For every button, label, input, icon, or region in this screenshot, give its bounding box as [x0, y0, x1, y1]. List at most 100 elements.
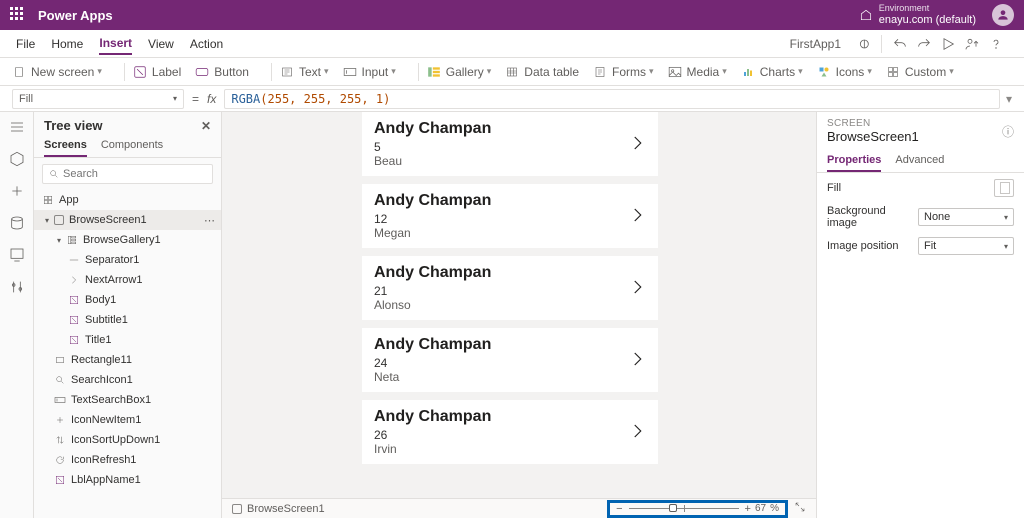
- zoom-plus-icon[interactable]: +: [745, 503, 751, 515]
- tab-advanced[interactable]: Advanced: [895, 150, 944, 172]
- property-dropdown[interactable]: Fill ▾: [12, 89, 184, 109]
- info-icon[interactable]: ⓘ: [1002, 123, 1014, 140]
- zoom-value: 67: [755, 503, 766, 514]
- media-icon: [668, 65, 682, 79]
- ribbon-button[interactable]: Button: [195, 65, 249, 79]
- ribbon-new-screen[interactable]: New screen▾: [12, 65, 102, 79]
- node-search-icon[interactable]: SearchIcon1: [34, 370, 221, 390]
- node-subtitle[interactable]: Subtitle1: [34, 310, 221, 330]
- bg-image-dropdown[interactable]: None▾: [918, 208, 1014, 226]
- image-position-dropdown[interactable]: Fit▾: [918, 237, 1014, 255]
- node-icon-new[interactable]: IconNewItem1: [34, 410, 221, 430]
- selection-name: BrowseScreen1: [827, 129, 919, 144]
- chevron-down-icon: ▾: [1004, 213, 1008, 222]
- environment-picker[interactable]: Environment enayu.com (default): [859, 4, 976, 26]
- node-browse-screen[interactable]: ▾ BrowseScreen1 ⋯: [34, 210, 221, 230]
- ribbon-text[interactable]: Text▾: [280, 65, 329, 79]
- data-icon[interactable]: [8, 214, 26, 232]
- app-launcher-icon[interactable]: [10, 7, 26, 23]
- menu-view[interactable]: View: [148, 34, 174, 54]
- browse-gallery[interactable]: Andy Champan 5 Beau Andy Champan 12 Mega…: [362, 112, 658, 498]
- node-text-search-box[interactable]: TextSearchBox1: [34, 390, 221, 410]
- zoom-control[interactable]: − + 67 %: [607, 500, 788, 518]
- node-icon-refresh[interactable]: IconRefresh1: [34, 450, 221, 470]
- app-checker-icon[interactable]: [853, 34, 873, 54]
- button-icon: [195, 65, 209, 79]
- chevron-right-icon[interactable]: [628, 347, 646, 374]
- node-app[interactable]: App: [34, 190, 221, 210]
- ribbon-data-table[interactable]: Data table: [505, 65, 579, 79]
- undo-icon[interactable]: [890, 34, 910, 54]
- label-icon: [133, 65, 147, 79]
- node-icon-sort[interactable]: IconSortUpDown1: [34, 430, 221, 450]
- input-icon: [343, 65, 357, 79]
- arrow-icon: [68, 274, 80, 286]
- chevron-down-icon[interactable]: ▾: [42, 216, 52, 225]
- formula-expand-icon[interactable]: ▾: [1006, 92, 1012, 106]
- share-icon[interactable]: [962, 34, 982, 54]
- ribbon-forms[interactable]: Forms▾: [593, 65, 654, 79]
- fill-color-picker[interactable]: [994, 179, 1014, 197]
- prop-bg-image-label: Background image: [827, 205, 918, 229]
- preview-icon[interactable]: [938, 34, 958, 54]
- ribbon-gallery[interactable]: Gallery▾: [427, 65, 492, 79]
- chevron-right-icon[interactable]: [628, 275, 646, 302]
- list-item[interactable]: Andy Champan 21 Alonso: [362, 256, 658, 320]
- selection-type: SCREEN: [827, 118, 919, 129]
- app-name: FirstApp1: [790, 37, 841, 51]
- refresh-icon: [54, 454, 66, 466]
- ribbon-custom[interactable]: Custom▾: [886, 65, 954, 79]
- node-rectangle[interactable]: Rectangle11: [34, 350, 221, 370]
- node-browse-gallery[interactable]: ▾ BrowseGallery1: [34, 230, 221, 250]
- ribbon-charts[interactable]: Charts▾: [741, 65, 803, 79]
- node-separator[interactable]: Separator1: [34, 250, 221, 270]
- left-rail: [0, 112, 34, 518]
- chevron-down-icon: ▾: [1004, 242, 1008, 251]
- redo-icon[interactable]: [914, 34, 934, 54]
- environment-label: Environment: [879, 4, 976, 14]
- menu-file[interactable]: File: [16, 34, 35, 54]
- fit-to-window-icon[interactable]: [794, 501, 806, 516]
- menu-action[interactable]: Action: [190, 34, 223, 54]
- list-item[interactable]: Andy Champan 24 Neta: [362, 328, 658, 392]
- close-icon[interactable]: ✕: [201, 119, 211, 133]
- search-input[interactable]: [63, 168, 206, 180]
- charts-icon: [741, 65, 755, 79]
- components-icon[interactable]: [8, 150, 26, 168]
- menu-insert[interactable]: Insert: [99, 33, 132, 55]
- list-item[interactable]: Andy Champan 26 Irvin: [362, 400, 658, 464]
- ribbon-input[interactable]: Input▾: [343, 65, 396, 79]
- tree-search[interactable]: [42, 164, 213, 184]
- chevron-right-icon[interactable]: [628, 203, 646, 230]
- menu-home[interactable]: Home: [51, 34, 83, 54]
- add-icon: [54, 414, 66, 426]
- ribbon-media[interactable]: Media▾: [668, 65, 727, 79]
- tab-properties[interactable]: Properties: [827, 150, 881, 172]
- zoom-minus-icon[interactable]: −: [616, 503, 622, 515]
- ribbon-label[interactable]: Label: [133, 65, 181, 79]
- chevron-right-icon[interactable]: [628, 419, 646, 446]
- more-icon[interactable]: ⋯: [204, 214, 215, 227]
- chevron-down-icon[interactable]: ▾: [54, 236, 64, 245]
- advanced-tools-icon[interactable]: [8, 278, 26, 296]
- zoom-slider[interactable]: [629, 508, 739, 509]
- tab-screens[interactable]: Screens: [44, 135, 87, 157]
- media-pane-icon[interactable]: [8, 246, 26, 264]
- app-icon: [42, 194, 54, 206]
- formula-input[interactable]: RGBA(255, 255, 255, 1): [224, 89, 1000, 109]
- chevron-right-icon[interactable]: [628, 131, 646, 158]
- equals-label: =: [192, 92, 199, 106]
- help-icon[interactable]: [986, 34, 1006, 54]
- ribbon-icons[interactable]: Icons▾: [817, 65, 872, 79]
- tree-view-icon[interactable]: [8, 118, 26, 136]
- node-title[interactable]: Title1: [34, 330, 221, 350]
- node-body[interactable]: Body1: [34, 290, 221, 310]
- tab-components[interactable]: Components: [101, 135, 163, 157]
- user-avatar[interactable]: [992, 4, 1014, 26]
- node-next-arrow[interactable]: NextArrow1: [34, 270, 221, 290]
- node-lbl-appname[interactable]: LblAppName1: [34, 470, 221, 490]
- list-item[interactable]: Andy Champan 5 Beau: [362, 112, 658, 176]
- screen-status-icon: [232, 504, 242, 514]
- list-item[interactable]: Andy Champan 12 Megan: [362, 184, 658, 248]
- insert-pane-icon[interactable]: [8, 182, 26, 200]
